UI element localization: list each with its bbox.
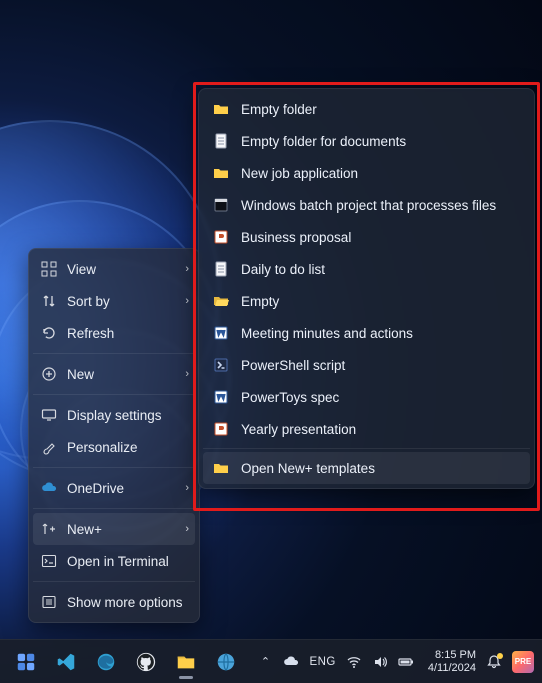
submenu-label: Meeting minutes and actions [241, 326, 413, 341]
separator [203, 448, 530, 449]
separator [33, 508, 195, 509]
separator [33, 581, 195, 582]
submenu-item-powertoys-spec[interactable]: PowerToys spec [203, 381, 530, 413]
chevron-right-icon: › [185, 482, 189, 494]
submenu-label: Daily to do list [241, 262, 325, 277]
folder-open-icon [213, 293, 229, 309]
submenu-item-batch-project[interactable]: Windows batch project that processes fil… [203, 189, 530, 221]
taskbar-app-browser[interactable] [208, 644, 244, 680]
sort-icon [41, 293, 57, 309]
menu-label: Personalize [67, 440, 187, 455]
taskbar-app-explorer[interactable] [168, 644, 204, 680]
battery-icon[interactable] [398, 654, 414, 670]
submenu-label: Empty folder [241, 102, 317, 117]
clock-time: 8:15 PM [428, 649, 476, 662]
menu-label: Open in Terminal [67, 554, 187, 569]
menu-item-display-settings[interactable]: Display settings [33, 399, 195, 431]
word-icon [213, 389, 229, 405]
powerpoint-icon [213, 229, 229, 245]
submenu-label: PowerToys spec [241, 390, 339, 405]
submenu-label: PowerShell script [241, 358, 345, 373]
menu-label: OneDrive [67, 481, 187, 496]
separator [33, 353, 195, 354]
taskbar-tray: ⌃ ENG 8:15 PM 4/11/2024 PRE [257, 649, 534, 674]
document-icon [213, 261, 229, 277]
wifi-icon[interactable] [346, 654, 362, 670]
submenu-label: New job application [241, 166, 358, 181]
cloud-icon [41, 480, 57, 496]
taskbar: ⌃ ENG 8:15 PM 4/11/2024 PRE [0, 639, 542, 683]
taskbar-clock[interactable]: 8:15 PM 4/11/2024 [428, 649, 476, 674]
menu-label: Refresh [67, 326, 187, 341]
submenu-item-business-proposal[interactable]: Business proposal [203, 221, 530, 253]
more-icon [41, 594, 57, 610]
language-indicator[interactable]: ENG [309, 656, 335, 668]
submenu-item-job-application[interactable]: New job application [203, 157, 530, 189]
word-icon [213, 325, 229, 341]
grid-icon [41, 261, 57, 277]
menu-item-onedrive[interactable]: OneDrive › [33, 472, 195, 504]
chevron-right-icon: › [185, 295, 189, 307]
submenu-label: Windows batch project that processes fil… [241, 198, 496, 213]
menu-item-view[interactable]: View › [33, 253, 195, 285]
submenu-item-meeting-minutes[interactable]: Meeting minutes and actions [203, 317, 530, 349]
menu-item-open-terminal[interactable]: Open in Terminal [33, 545, 195, 577]
chevron-right-icon: › [185, 368, 189, 380]
submenu-label: Yearly presentation [241, 422, 356, 437]
folder-icon [213, 101, 229, 117]
new-plus-submenu: Empty folder Empty folder for documents … [198, 88, 535, 489]
submenu-item-daily-todo[interactable]: Daily to do list [203, 253, 530, 285]
weather-icon[interactable] [283, 654, 299, 670]
display-icon [41, 407, 57, 423]
powerpoint-icon [213, 421, 229, 437]
volume-icon[interactable] [372, 654, 388, 670]
menu-label: New [67, 367, 187, 382]
separator [33, 467, 195, 468]
folder-icon [213, 165, 229, 181]
tray-chevron-icon[interactable]: ⌃ [257, 654, 273, 670]
menu-label: View [67, 262, 187, 277]
plus-icon [41, 366, 57, 382]
powershell-icon [213, 357, 229, 373]
document-icon [213, 133, 229, 149]
submenu-item-empty[interactable]: Empty [203, 285, 530, 317]
submenu-label: Empty [241, 294, 279, 309]
taskbar-app-vscode[interactable] [48, 644, 84, 680]
submenu-item-empty-folder-docs[interactable]: Empty folder for documents [203, 125, 530, 157]
menu-label: Show more options [67, 595, 187, 610]
menu-item-new-plus[interactable]: New+ › [33, 513, 195, 545]
taskbar-apps [8, 644, 244, 680]
refresh-icon [41, 325, 57, 341]
chevron-right-icon: › [185, 523, 189, 535]
submenu-item-powershell[interactable]: PowerShell script [203, 349, 530, 381]
notifications-icon[interactable] [486, 654, 502, 670]
batch-icon [213, 197, 229, 213]
folder-icon [213, 460, 229, 476]
menu-item-new[interactable]: New › [33, 358, 195, 390]
menu-label: New+ [67, 522, 187, 537]
clock-date: 4/11/2024 [428, 662, 476, 675]
taskbar-app-edge[interactable] [88, 644, 124, 680]
preview-badge[interactable]: PRE [512, 651, 534, 673]
menu-item-personalize[interactable]: Personalize [33, 431, 195, 463]
terminal-icon [41, 553, 57, 569]
submenu-label: Empty folder for documents [241, 134, 406, 149]
separator [33, 394, 195, 395]
brush-icon [41, 439, 57, 455]
menu-item-refresh[interactable]: Refresh [33, 317, 195, 349]
newplus-icon [41, 521, 57, 537]
menu-item-sort-by[interactable]: Sort by › [33, 285, 195, 317]
chevron-right-icon: › [185, 263, 189, 275]
submenu-label: Open New+ templates [241, 461, 375, 476]
submenu-item-open-templates[interactable]: Open New+ templates [203, 452, 530, 484]
submenu-label: Business proposal [241, 230, 351, 245]
menu-item-more-options[interactable]: Show more options [33, 586, 195, 618]
menu-label: Display settings [67, 408, 187, 423]
taskbar-app-github[interactable] [128, 644, 164, 680]
taskbar-app-widgets[interactable] [8, 644, 44, 680]
menu-label: Sort by [67, 294, 187, 309]
submenu-item-empty-folder[interactable]: Empty folder [203, 93, 530, 125]
desktop-context-menu: View › Sort by › Refresh New › Display s… [28, 248, 200, 623]
submenu-item-yearly-presentation[interactable]: Yearly presentation [203, 413, 530, 445]
